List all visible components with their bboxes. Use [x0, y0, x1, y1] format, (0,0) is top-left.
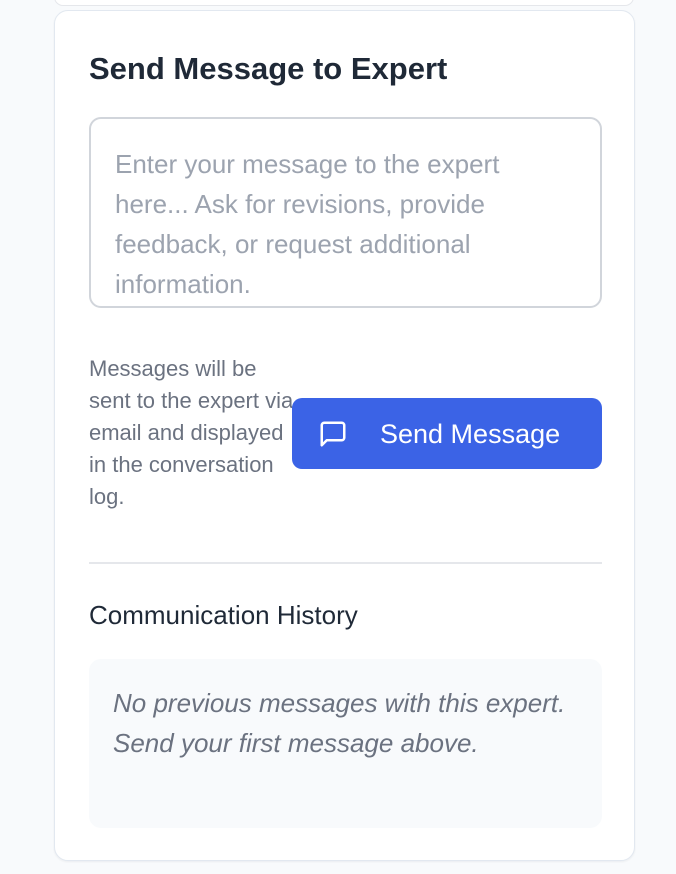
message-square-icon: [320, 421, 346, 447]
message-placeholder: Enter your message to the expert here...…: [115, 149, 500, 299]
send-message-card: Send Message to Expert Enter your messag…: [54, 10, 635, 861]
history-panel: No previous messages with this expert. S…: [89, 659, 602, 828]
history-empty-text: No previous messages with this expert. S…: [113, 688, 566, 758]
send-hint: Messages will be sent to the expert via …: [89, 356, 294, 509]
previous-card-edge: [54, 0, 634, 6]
message-textarea[interactable]: Enter your message to the expert here...…: [89, 117, 602, 308]
send-message-label: Send Message: [380, 419, 561, 449]
send-message-button[interactable]: Send Message: [292, 398, 602, 469]
section-divider: [89, 562, 602, 564]
card-title: Send Message to Expert: [89, 51, 448, 86]
history-title: Communication History: [89, 600, 358, 630]
